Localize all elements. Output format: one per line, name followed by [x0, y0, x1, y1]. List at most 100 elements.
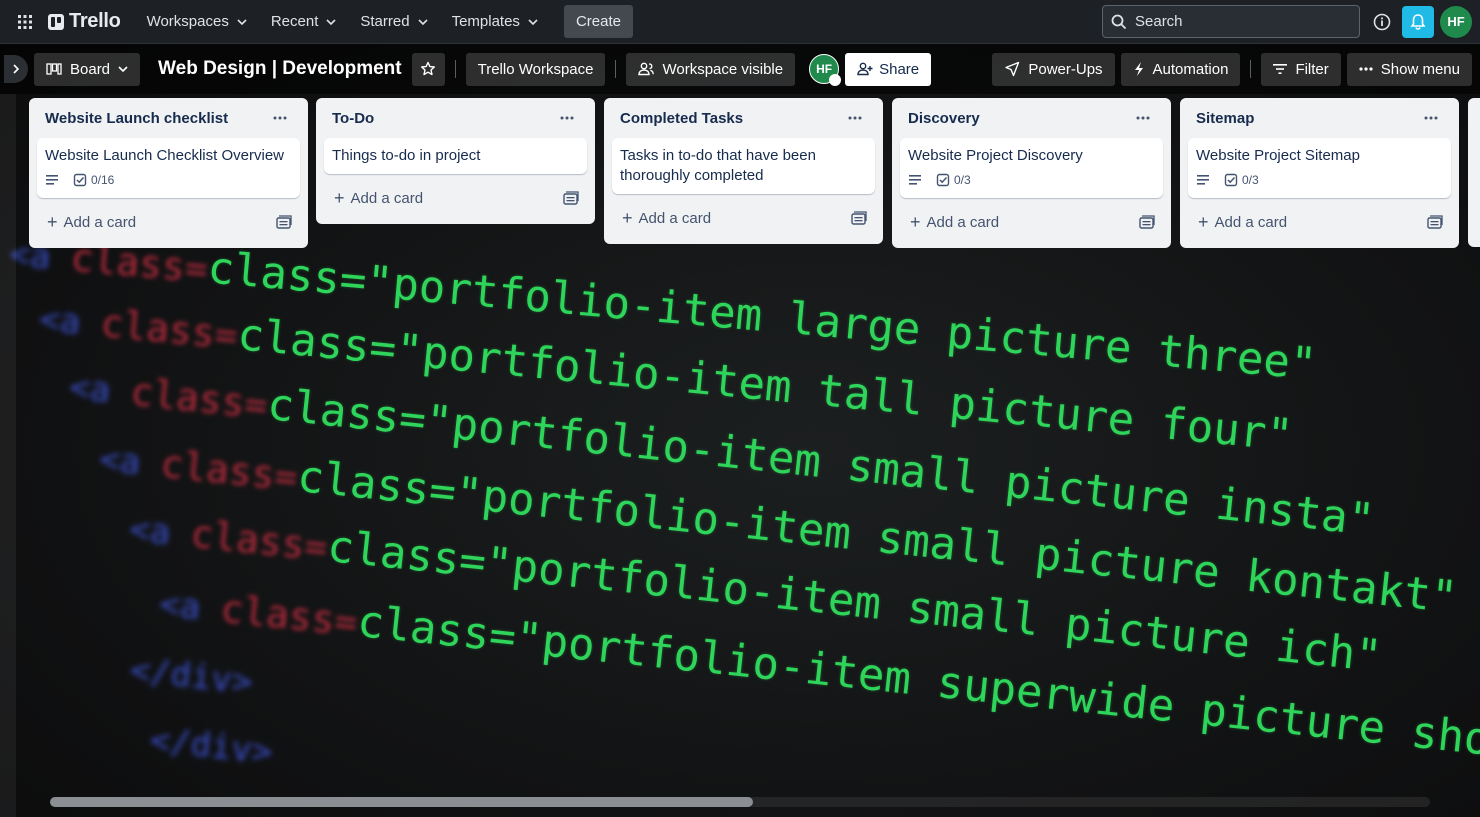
member-initials: HF [816, 62, 833, 76]
card-title: Website Project Sitemap [1196, 147, 1360, 164]
card-title: Tasks in to-do that have been thoroughly… [620, 147, 816, 184]
nav-templates[interactable]: Templates [440, 6, 550, 38]
power-ups-button[interactable]: Power-Ups [992, 52, 1115, 86]
workspace-button[interactable]: Trello Workspace [465, 52, 606, 86]
list-title[interactable]: Sitemap [1196, 110, 1254, 127]
card-badges: 0/16 [45, 170, 292, 190]
card-title: Things to-do in project [332, 147, 481, 164]
create-from-template-button[interactable] [849, 208, 869, 228]
list-title[interactable]: Completed Tasks [620, 110, 743, 127]
list-title[interactable]: Website Launch checklist [45, 110, 228, 127]
board-title[interactable]: Web Design | Development [158, 58, 402, 80]
add-card-button[interactable]: + Add a card [1198, 213, 1287, 231]
list-partial[interactable] [1468, 98, 1480, 247]
add-card-button[interactable]: + Add a card [622, 209, 711, 227]
list-website-launch-checklist[interactable]: Website Launch checklist Website Launch … [29, 98, 308, 248]
info-button[interactable] [1366, 6, 1398, 38]
create-from-template-button[interactable] [1425, 212, 1445, 232]
card[interactable]: Things to-do in project [324, 138, 587, 174]
chevron-down-icon [326, 18, 336, 25]
checklist-count: 0/16 [91, 173, 115, 187]
show-menu-button[interactable]: Show menu [1346, 52, 1472, 86]
visibility-button[interactable]: Workspace visible [626, 52, 796, 86]
list-header: Completed Tasks [612, 106, 875, 130]
list-actions-button[interactable] [1131, 106, 1155, 130]
checklist-icon [73, 173, 87, 187]
add-card-button[interactable]: + Add a card [47, 213, 136, 231]
show-menu-label: Show menu [1380, 60, 1460, 78]
list-to-do[interactable]: To-Do Things to-do in project + Add a ca… [316, 98, 595, 224]
add-card-button[interactable]: + Add a card [910, 213, 999, 231]
chevron-down-icon [118, 66, 128, 73]
more-icon [848, 116, 862, 120]
automation-label: Automation [1152, 60, 1229, 78]
board-view-switcher[interactable]: Board [34, 52, 141, 86]
plus-icon: + [622, 208, 633, 228]
notifications-button[interactable] [1402, 5, 1434, 38]
checklist-count: 0/3 [1242, 173, 1259, 187]
list-header: Sitemap [1188, 106, 1451, 130]
nav-workspaces-label: Workspaces [146, 13, 229, 30]
nav-workspaces[interactable]: Workspaces [135, 6, 259, 38]
trello-logo[interactable]: Trello [48, 10, 121, 33]
card[interactable]: Website Launch Checklist Overview 0/16 [37, 138, 300, 198]
horizontal-scrollbar-thumb[interactable] [50, 797, 753, 807]
search-input[interactable] [1135, 13, 1335, 30]
share-label: Share [879, 60, 920, 78]
add-card-row: + Add a card [1188, 206, 1451, 238]
card-badges: 0/3 [908, 170, 1155, 190]
plus-icon: + [334, 188, 345, 208]
power-ups-label: Power-Ups [1028, 60, 1103, 78]
nav-recent[interactable]: Recent [259, 6, 349, 38]
list-discovery[interactable]: Discovery Website Project Discovery 0/3 … [892, 98, 1171, 248]
create-from-template-button[interactable] [1137, 212, 1157, 232]
share-button[interactable]: Share [845, 52, 932, 86]
automation-button[interactable]: Automation [1120, 52, 1241, 86]
more-icon [1136, 116, 1150, 120]
bell-icon [1410, 13, 1426, 30]
create-from-template-button[interactable] [561, 188, 581, 208]
visibility-label: Workspace visible [662, 60, 784, 78]
add-card-label: Add a card [638, 209, 712, 227]
filter-icon [1273, 64, 1288, 74]
list-actions-button[interactable] [843, 106, 867, 130]
add-card-row: + Add a card [612, 202, 875, 234]
user-avatar[interactable]: HF [1440, 5, 1472, 38]
sidebar-expand-button[interactable] [4, 55, 28, 83]
list-title[interactable]: To-Do [332, 110, 374, 127]
checklist-badge: 0/16 [73, 170, 114, 190]
list-completed-tasks[interactable]: Completed Tasks Tasks in to-do that have… [604, 98, 883, 244]
plus-icon: + [47, 212, 58, 232]
create-from-template-button[interactable] [274, 212, 294, 232]
card[interactable]: Website Project Sitemap 0/3 [1188, 138, 1451, 198]
add-card-button[interactable]: + Add a card [334, 189, 423, 207]
chevron-down-icon [417, 18, 428, 25]
list-sitemap[interactable]: Sitemap Website Project Sitemap 0/3 + Ad… [1180, 98, 1459, 248]
list-actions-button[interactable] [268, 106, 292, 130]
card-title: Website Project Discovery [908, 147, 1083, 164]
card-title: Website Launch Checklist Overview [45, 147, 284, 164]
description-icon [1197, 175, 1209, 185]
create-button[interactable]: Create [563, 5, 633, 38]
search-box[interactable] [1102, 5, 1360, 38]
add-card-label: Add a card [1214, 213, 1288, 231]
board-member-avatar[interactable]: HF [809, 54, 842, 86]
card[interactable]: Tasks in to-do that have been thoroughly… [612, 138, 875, 194]
list-actions-button[interactable] [555, 106, 579, 130]
card[interactable]: Website Project Discovery 0/3 [900, 138, 1163, 198]
list-actions-button[interactable] [1419, 106, 1443, 130]
list-title[interactable]: Discovery [908, 110, 980, 127]
add-card-label: Add a card [63, 213, 137, 231]
checklist-icon [1224, 173, 1238, 187]
nav-starred[interactable]: Starred [348, 6, 439, 38]
board-view-label: Board [70, 60, 111, 78]
card-badges: 0/3 [1196, 170, 1443, 190]
description-badge [1196, 174, 1214, 186]
app-switcher-icon[interactable] [12, 9, 38, 35]
filter-button[interactable]: Filter [1261, 52, 1341, 86]
admin-badge-icon [829, 74, 842, 86]
checklist-badge: 0/3 [936, 170, 971, 190]
star-board-button[interactable] [411, 52, 445, 86]
lightning-icon [1134, 62, 1143, 76]
plus-icon: + [1198, 212, 1209, 232]
